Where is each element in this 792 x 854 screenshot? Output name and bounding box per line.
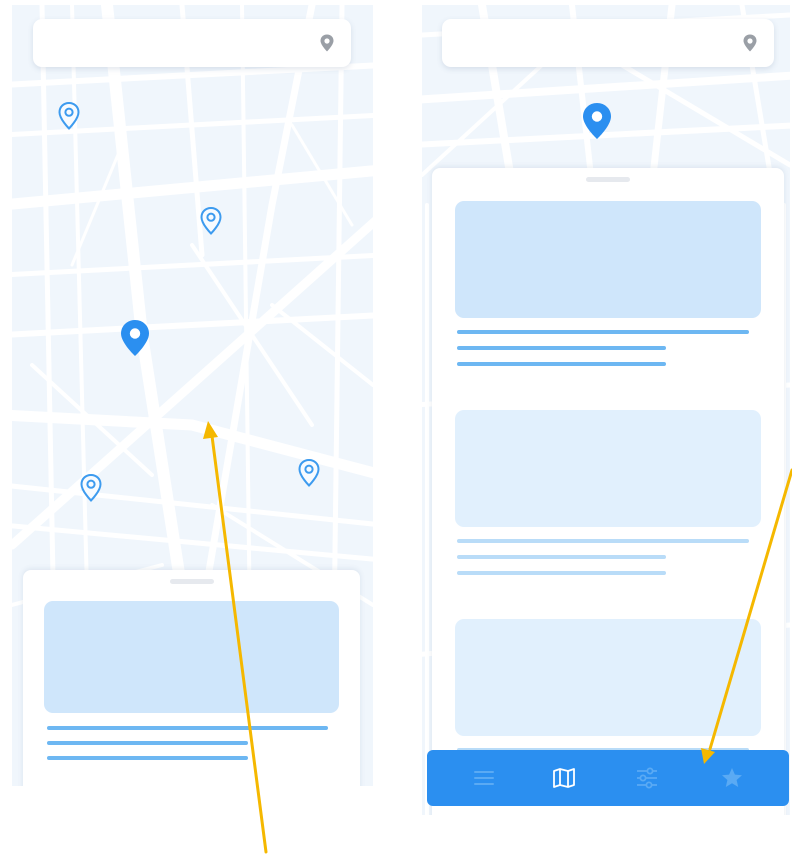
location-pin-icon[interactable] xyxy=(740,33,760,53)
search-bar[interactable] xyxy=(442,19,774,67)
sheet-drag-handle[interactable] xyxy=(586,177,630,182)
star-icon xyxy=(722,768,742,787)
card-image-placeholder[interactable] xyxy=(455,410,761,527)
card-text-placeholder xyxy=(47,741,248,745)
card-text-placeholder xyxy=(457,555,666,559)
card-text-placeholder xyxy=(457,571,666,575)
filter-sliders-icon xyxy=(637,767,657,789)
bottom-sheet[interactable] xyxy=(23,570,360,786)
search-input[interactable] xyxy=(47,31,307,57)
card-text-placeholder xyxy=(457,362,666,366)
card-text-placeholder xyxy=(457,346,666,350)
search-bar[interactable] xyxy=(33,19,351,67)
card-image-placeholder[interactable] xyxy=(44,601,339,713)
map-pin-filled-icon[interactable] xyxy=(118,318,152,358)
tab-menu[interactable] xyxy=(470,764,498,792)
map-pin-outline-icon[interactable] xyxy=(79,473,103,503)
phone-map-view xyxy=(12,5,373,786)
map-icon xyxy=(553,768,575,788)
mockup-stage xyxy=(0,0,792,854)
map-pin-outline-icon[interactable] xyxy=(57,101,81,131)
map-pin-outline-icon[interactable] xyxy=(297,458,321,488)
card-image-placeholder[interactable] xyxy=(455,201,761,318)
sheet-drag-handle[interactable] xyxy=(169,579,214,584)
location-pin-icon[interactable] xyxy=(317,33,337,53)
tab-favorites[interactable] xyxy=(718,764,746,792)
tab-filters[interactable] xyxy=(633,764,661,792)
search-input[interactable] xyxy=(456,31,730,57)
menu-icon xyxy=(474,771,494,785)
results-sheet[interactable] xyxy=(432,168,784,815)
phone-list-view xyxy=(422,5,790,815)
card-text-placeholder xyxy=(457,330,749,334)
card-text-placeholder xyxy=(47,726,328,730)
bottom-tab-bar xyxy=(427,750,789,806)
tab-map[interactable] xyxy=(550,764,578,792)
map-pin-filled-icon[interactable] xyxy=(580,101,614,141)
card-text-placeholder xyxy=(47,756,248,760)
card-text-placeholder xyxy=(457,539,749,543)
card-image-placeholder[interactable] xyxy=(455,619,761,736)
map-pin-outline-icon[interactable] xyxy=(199,206,223,236)
